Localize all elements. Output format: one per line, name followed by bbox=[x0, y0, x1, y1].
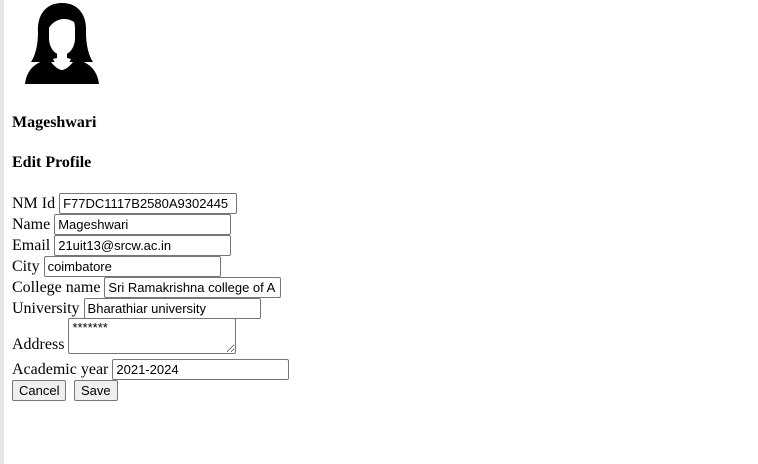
name-input[interactable] bbox=[54, 214, 232, 235]
academic-year-label: Academic year bbox=[12, 360, 109, 378]
nm-id-input[interactable] bbox=[59, 193, 238, 214]
email-row: Email bbox=[12, 235, 232, 256]
city-label: City bbox=[12, 257, 40, 275]
name-row: Name bbox=[12, 214, 232, 235]
university-row: University bbox=[12, 298, 261, 319]
profile-name: Mageshwari bbox=[12, 114, 97, 131]
city-input[interactable] bbox=[43, 256, 221, 277]
address-row: Address ******* bbox=[12, 318, 237, 354]
college-row: College name bbox=[12, 277, 282, 298]
email-label: Email bbox=[12, 236, 51, 254]
save-button[interactable]: Save bbox=[74, 380, 118, 401]
college-input[interactable] bbox=[104, 277, 282, 298]
address-label: Address bbox=[12, 336, 65, 353]
email-input[interactable] bbox=[54, 235, 232, 256]
page-left-border bbox=[0, 0, 4, 464]
city-row: City bbox=[12, 256, 221, 277]
name-label: Name bbox=[12, 215, 51, 233]
address-textarea[interactable]: ******* bbox=[68, 318, 237, 354]
university-input[interactable] bbox=[83, 298, 261, 319]
academic-year-input[interactable] bbox=[112, 359, 290, 380]
user-avatar-female-icon bbox=[25, 3, 99, 84]
edit-profile-heading: Edit Profile bbox=[12, 154, 92, 171]
university-label: University bbox=[12, 299, 80, 317]
academic-year-row: Academic year bbox=[12, 359, 290, 380]
nm-id-label: NM Id bbox=[12, 194, 56, 212]
cancel-button[interactable]: Cancel bbox=[12, 380, 67, 401]
college-label: College name bbox=[12, 278, 101, 296]
nm-id-row: NM Id bbox=[12, 193, 238, 214]
